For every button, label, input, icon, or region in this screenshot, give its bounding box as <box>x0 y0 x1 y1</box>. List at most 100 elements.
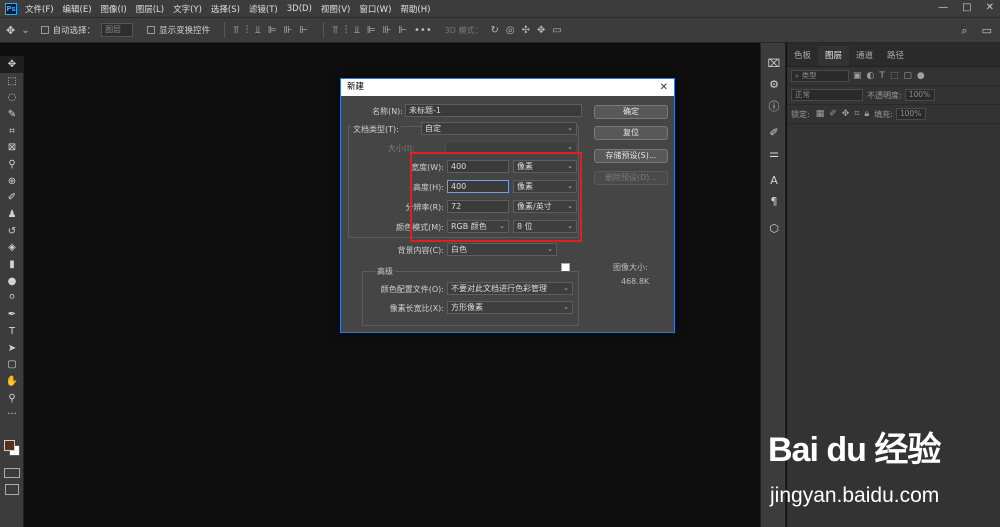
align-vcenter-icon[interactable]: ⫶ <box>246 25 249 36</box>
distribute-bottom-icon[interactable]: ⫫ <box>354 25 360 36</box>
distribute-hcenter-icon[interactable]: ⊪ <box>383 25 392 36</box>
distribute-vcenter-icon[interactable]: ⫶ <box>345 25 348 36</box>
info-panel-icon[interactable]: ⓘ <box>761 95 787 116</box>
history-brush-tool-icon[interactable]: ↺ <box>0 223 24 240</box>
tab-layers[interactable]: 图层 <box>818 46 850 66</box>
tab-paths[interactable]: 路径 <box>880 46 911 66</box>
brushes-panel-icon[interactable]: ✐ <box>761 122 787 143</box>
menu-help[interactable]: 帮助(H) <box>400 3 430 15</box>
clone-stamp-tool-icon[interactable]: ♟ <box>0 206 24 223</box>
align-left-icon[interactable]: ⊫ <box>268 25 277 36</box>
fill-input[interactable]: 100% <box>895 108 926 120</box>
filter-toggle-icon[interactable]: ● <box>917 71 925 81</box>
healing-brush-tool-icon[interactable]: ⊕ <box>0 173 24 190</box>
character-panel-icon[interactable]: A <box>761 170 787 191</box>
distribute-right-icon[interactable]: ⊩ <box>398 25 407 36</box>
maximize-icon[interactable]: □ <box>962 2 971 13</box>
filter-type-icon[interactable]: T <box>879 71 885 81</box>
eraser-tool-icon[interactable]: ◈ <box>0 240 24 257</box>
quick-mask-icon[interactable] <box>4 468 20 478</box>
distribute-left-icon[interactable]: ⊫ <box>367 25 376 36</box>
close-icon[interactable]: ✕ <box>986 2 994 13</box>
move-tool-icon[interactable]: ✥ <box>6 24 15 37</box>
filter-smart-object-icon[interactable]: ▢ <box>903 71 912 81</box>
pen-tool-icon[interactable]: ✒ <box>0 306 24 323</box>
foreground-color-swatch[interactable] <box>4 440 15 451</box>
screen-mode-icon[interactable] <box>5 484 19 495</box>
quick-select-tool-icon[interactable]: ✎ <box>0 106 24 123</box>
background-select[interactable]: 白色 ⌄ <box>447 243 557 256</box>
align-hcenter-icon[interactable]: ⊪ <box>284 25 293 36</box>
marquee-tool-icon[interactable]: ⬚ <box>0 73 24 90</box>
chevron-down-icon[interactable]: ⌄ <box>21 25 29 36</box>
filter-shape-icon[interactable]: ⬚ <box>890 71 899 81</box>
paragraph-panel-icon[interactable]: ¶ <box>761 191 787 212</box>
align-right-icon[interactable]: ⊩ <box>299 25 308 36</box>
align-top-icon[interactable]: ⫪ <box>233 25 239 36</box>
menu-edit[interactable]: 编辑(E) <box>63 3 92 15</box>
history-panel-icon[interactable]: ⌧ <box>761 53 787 74</box>
dodge-tool-icon[interactable]: ⚪ <box>0 290 24 307</box>
eyedropper-tool-icon[interactable]: ⚲ <box>0 156 24 173</box>
more-tools-icon[interactable]: ··· <box>0 406 24 423</box>
menu-image[interactable]: 图像(I) <box>101 3 127 15</box>
zoom-tool-icon[interactable]: ⚲ <box>0 390 24 407</box>
blend-mode-select[interactable]: 正常 <box>791 89 863 101</box>
blur-tool-icon[interactable]: ● <box>0 273 24 290</box>
gradient-tool-icon[interactable]: ▮ <box>0 256 24 273</box>
hand-tool-icon[interactable]: ✋ <box>0 373 24 390</box>
menu-view[interactable]: 视图(V) <box>321 3 350 15</box>
3d-scale-icon[interactable]: ▭ <box>552 25 561 36</box>
color-profile-select[interactable]: 不要对此文档进行色彩管理 ⌄ <box>447 282 573 295</box>
more-options-icon[interactable]: ••• <box>414 25 432 36</box>
workspace-icon[interactable]: ▭ <box>982 24 992 38</box>
adjustments-panel-icon[interactable]: ⚌ <box>761 143 787 164</box>
ok-button[interactable]: 确定 <box>594 105 668 119</box>
menu-3d[interactable]: 3D(D) <box>287 4 312 14</box>
shape-tool-icon[interactable]: ▢ <box>0 356 24 373</box>
3d-orbit-icon[interactable]: ↻ <box>491 25 499 36</box>
3d-panel-icon[interactable]: ⬡ <box>761 218 787 239</box>
lasso-tool-icon[interactable]: ◌ <box>0 89 24 106</box>
path-select-tool-icon[interactable]: ➤ <box>0 340 24 357</box>
brush-tool-icon[interactable]: ✐ <box>0 190 24 207</box>
3d-slide-icon[interactable]: ✥ <box>537 25 545 36</box>
lock-artboard-icon[interactable]: ⌗ <box>854 109 859 119</box>
move-tool-icon[interactable]: ✥ <box>0 56 24 73</box>
lock-all-icon[interactable]: 🔒︎ <box>864 109 869 119</box>
doc-type-select[interactable]: 自定 ⌄ <box>421 122 577 135</box>
tab-swatches[interactable]: 色板 <box>787 46 818 66</box>
layer-filter-select[interactable]: ⌕ 类型 <box>791 70 849 82</box>
menu-file[interactable]: 文件(F) <box>25 3 54 15</box>
reset-button[interactable]: 复位 <box>594 126 668 140</box>
minimize-icon[interactable]: — <box>938 2 948 13</box>
filter-adjustment-icon[interactable]: ◐ <box>867 71 875 81</box>
menu-layer[interactable]: 图层(L) <box>136 3 164 15</box>
lock-transparent-icon[interactable]: ▦ <box>816 109 825 119</box>
crop-tool-icon[interactable]: ⌗ <box>0 123 24 140</box>
distribute-top-icon[interactable]: ⫪ <box>332 25 338 36</box>
close-icon[interactable]: ✕ <box>660 79 668 96</box>
tab-channels[interactable]: 通道 <box>849 46 880 66</box>
show-transform-checkbox[interactable] <box>147 26 156 34</box>
auto-select-checkbox[interactable] <box>40 26 49 34</box>
frame-tool-icon[interactable]: ⊠ <box>0 139 24 156</box>
menu-select[interactable]: 选择(S) <box>211 3 240 15</box>
align-bottom-icon[interactable]: ⫫ <box>255 25 261 36</box>
3d-pan-icon[interactable]: ✣ <box>522 25 530 36</box>
lock-pixels-icon[interactable]: ✐ <box>829 109 837 119</box>
menu-window[interactable]: 窗口(W) <box>359 3 391 15</box>
lock-position-icon[interactable]: ✥ <box>842 109 850 119</box>
type-tool-icon[interactable]: T <box>0 323 24 340</box>
save-preset-button[interactable]: 存储预设(S)... <box>594 149 668 163</box>
pixel-aspect-select[interactable]: 方形像素 ⌄ <box>447 301 573 314</box>
name-input[interactable]: 未标题-1 <box>405 104 582 117</box>
filter-pixel-icon[interactable]: ▣ <box>853 71 862 81</box>
search-icon[interactable]: ⌕ <box>961 24 967 38</box>
opacity-input[interactable]: 100% <box>904 89 935 101</box>
menu-filter[interactable]: 滤镜(T) <box>249 3 278 15</box>
properties-panel-icon[interactable]: ⚙ <box>761 74 787 95</box>
3d-roll-icon[interactable]: ◎ <box>506 25 515 36</box>
menu-type[interactable]: 文字(Y) <box>173 3 202 15</box>
auto-select-target-select[interactable]: 图层 <box>101 23 134 37</box>
